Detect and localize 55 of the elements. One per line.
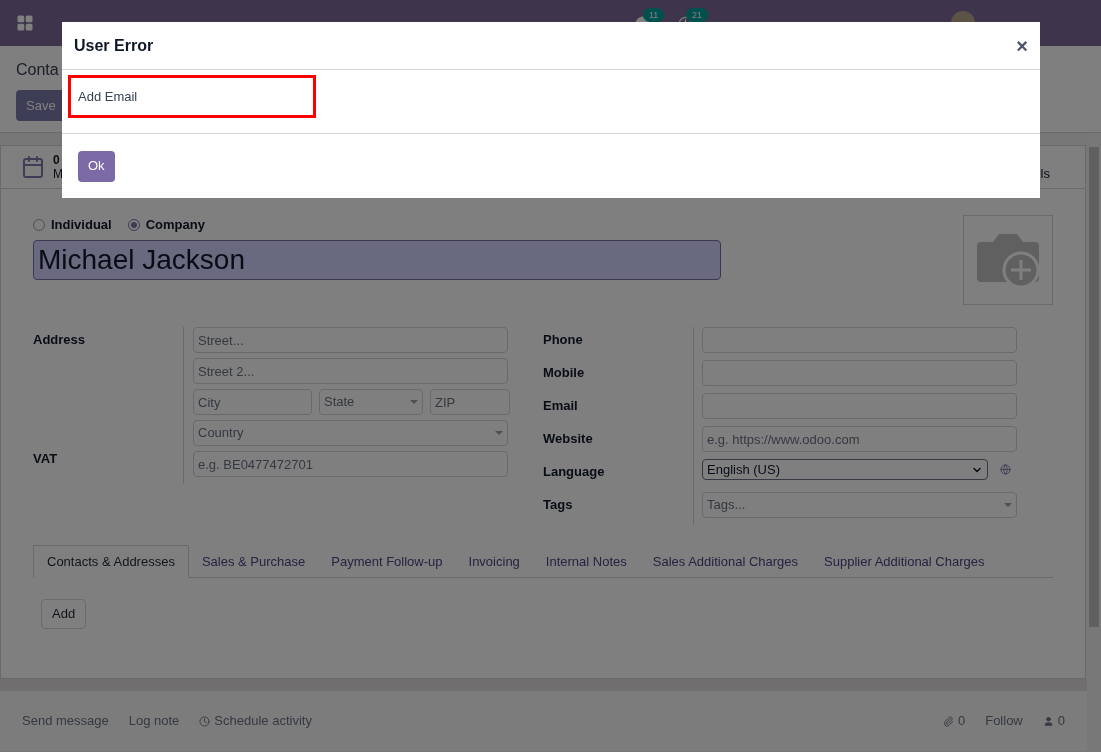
paperclip-icon — [942, 715, 954, 727]
tab[interactable]: Payment Follow-up — [318, 545, 456, 578]
followers-button[interactable]: 0 — [1042, 711, 1065, 731]
input-field[interactable]: ZIP — [430, 389, 510, 415]
attachments-button[interactable]: 0 — [942, 711, 966, 731]
radio-label: Company — [145, 216, 205, 234]
input-field[interactable]: Street... — [193, 327, 508, 353]
schedule-activity-link[interactable]: Schedule activity — [199, 711, 312, 731]
select-field[interactable]: State — [319, 389, 423, 415]
radio-label: Individual — [51, 216, 112, 234]
calendar-icon — [21, 155, 45, 179]
input-field[interactable]: City — [193, 389, 312, 415]
name-field[interactable]: Michael Jackson — [33, 239, 721, 280]
count-badge: 21 — [686, 7, 708, 22]
tab[interactable]: Contacts & Addresses — [33, 545, 189, 578]
radio-button[interactable] — [127, 218, 140, 231]
send-message-link[interactable]: Send message — [22, 711, 109, 731]
count-badge: 11 — [643, 7, 665, 22]
smart-button-label[interactable]: ls — [1040, 164, 1050, 184]
input-field[interactable]: e.g. https://www.odoo.com — [702, 426, 1017, 452]
follow-button[interactable]: Follow — [985, 711, 1023, 731]
tags-field[interactable]: Tags... — [702, 492, 1017, 518]
meetings-count: 0 — [53, 153, 61, 167]
dialog-title: User Error — [74, 35, 154, 56]
language-select[interactable]: English (US) — [702, 459, 988, 480]
scrollbar[interactable] — [1087, 133, 1101, 752]
close-button[interactable]: × — [1016, 35, 1028, 56]
tab[interactable]: Supplier Additional Charges — [811, 545, 998, 578]
tab[interactable]: Internal Notes — [532, 545, 640, 578]
input-field[interactable]: Street 2... — [193, 358, 508, 384]
meetings-label: M — [53, 167, 63, 181]
globe-icon[interactable] — [1000, 464, 1011, 475]
log-note-link[interactable]: Log note — [128, 711, 180, 731]
field-label: Language — [543, 463, 606, 481]
image-placeholder[interactable] — [963, 215, 1053, 305]
field-label: Address — [33, 331, 87, 349]
input-field[interactable]: e.g. BE0477472701 — [193, 451, 508, 477]
breadcrumb[interactable]: Conta — [16, 59, 59, 81]
radio-button[interactable] — [33, 218, 45, 231]
ok-button[interactable]: Ok — [78, 150, 115, 182]
field-label: Email — [543, 397, 579, 415]
add-button[interactable]: Add — [41, 599, 87, 629]
field-label: Phone — [543, 331, 584, 349]
field-label: VAT — [33, 450, 59, 468]
tab[interactable]: Invoicing — [455, 545, 533, 578]
apps-menu-icon[interactable] — [16, 14, 34, 32]
select-field[interactable]: Country — [193, 420, 508, 446]
field-label: Mobile — [543, 364, 586, 382]
user-icon — [1042, 715, 1054, 727]
tab[interactable]: Sales Additional Charges — [639, 545, 812, 578]
tab[interactable]: Sales & Purchase — [188, 545, 319, 578]
clock-icon — [199, 715, 211, 727]
error-message: Add Email — [68, 75, 316, 118]
field-label: Tags — [543, 496, 574, 514]
field-label: Website — [543, 430, 594, 448]
